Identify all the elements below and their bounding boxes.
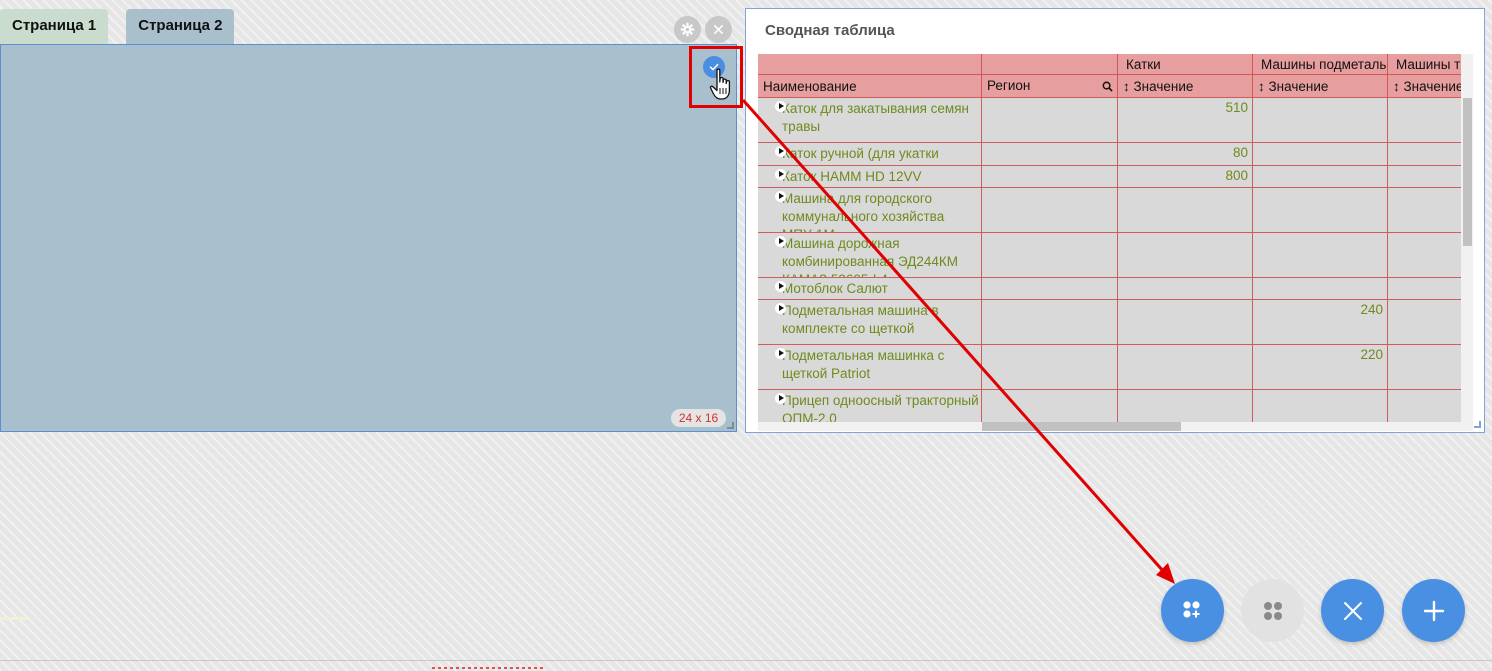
row-name-cell: Каток HAMM HD 12VV (758, 166, 982, 187)
value-cell-podmet (1253, 166, 1388, 187)
region-cell (982, 345, 1118, 389)
table-row: Машина для городского коммунального хозя… (758, 188, 1473, 233)
add-button[interactable] (1402, 579, 1465, 642)
close-icon (714, 25, 723, 34)
region-cell (982, 188, 1118, 232)
expand-icon[interactable] (775, 348, 786, 359)
value-cell-podmet: 240 (1253, 300, 1388, 344)
pivot-title: Сводная таблица (765, 22, 895, 39)
gear-icon (680, 22, 695, 37)
header-blank (758, 54, 982, 75)
value-cell-katki (1118, 188, 1253, 232)
row-name-cell: Подметальная машина в комплекте со щетко… (758, 300, 982, 344)
value-cell-podmet (1253, 98, 1388, 142)
value-cell-podmet (1253, 278, 1388, 299)
value-cell-katki: 800 (1118, 166, 1253, 187)
widget-close-button[interactable] (705, 16, 732, 43)
value-cell-podmet: 220 (1253, 345, 1388, 389)
row-name-cell: Каток для закатывания семян травы (758, 98, 982, 142)
region-cell (982, 278, 1118, 299)
table-row: Мотоблок Салют (758, 278, 1473, 300)
table-row: Подметальная машинка с щеткой Patriot 22… (758, 345, 1473, 390)
row-name-cell: Прицеп одноосный тракторный ОПМ-2.0 (758, 390, 982, 422)
region-cell (982, 98, 1118, 142)
tab-page-2[interactable]: Страница 2 (126, 9, 235, 44)
region-cell (982, 143, 1118, 165)
table-row: Каток HAMM HD 12VV 800 (758, 166, 1473, 188)
value-cell-katki (1118, 345, 1253, 389)
table-row: Прицеп одноосный тракторный ОПМ-2.0 (758, 390, 1473, 422)
pivot-grid: Катки Машины подметальные Машины тротуар… (758, 54, 1473, 422)
horizontal-scroll-thumb[interactable] (982, 422, 1181, 431)
expand-icon[interactable] (775, 101, 786, 112)
widget-settings-button[interactable] (674, 16, 701, 43)
tab-page-1[interactable]: Страница 1 (0, 9, 109, 44)
expand-icon[interactable] (775, 303, 786, 314)
add-widget-button[interactable] (1161, 579, 1224, 642)
panel-resize-handle[interactable] (1474, 421, 1481, 428)
row-name-cell: Машина дорожная комбинированная ЭД244КМ … (758, 233, 982, 277)
expand-icon[interactable] (775, 236, 786, 247)
header-group-podmet[interactable]: Машины подметальные (1253, 54, 1388, 75)
horizontal-scrollbar[interactable] (758, 422, 1473, 431)
expand-icon[interactable] (775, 169, 786, 180)
value-cell-podmet (1253, 188, 1388, 232)
close-icon (1343, 601, 1362, 620)
region-cell (982, 390, 1118, 422)
selected-widget[interactable]: 24 x 16 (0, 44, 737, 432)
table-row: Каток ручной (для укатки 80 (758, 143, 1473, 166)
vertical-scrollbar[interactable] (1461, 54, 1473, 422)
row-name-cell: Каток ручной (для укатки (758, 143, 982, 165)
expand-icon[interactable] (775, 281, 786, 292)
value-cell-podmet (1253, 143, 1388, 165)
search-icon[interactable] (1102, 81, 1113, 92)
row-name-cell: Мотоблок Салют (758, 278, 982, 299)
cancel-edit-button[interactable] (1321, 579, 1384, 642)
table-row: Подметальная машина в комплекте со щетко… (758, 300, 1473, 345)
edge-marker (0, 617, 28, 620)
region-cell (982, 233, 1118, 277)
value-cell-katki (1118, 300, 1253, 344)
widgets-button[interactable] (1241, 579, 1304, 642)
widget-resize-handle[interactable] (727, 422, 734, 429)
header-region[interactable]: Регион (982, 75, 1118, 98)
value-cell-katki: 510 (1118, 98, 1253, 142)
page-tabs: Страница 1 Страница 2 (0, 9, 235, 44)
header-group-katki[interactable]: Катки (1118, 54, 1253, 75)
table-row: Каток для закатывания семян травы 510 (758, 98, 1473, 143)
region-cell (982, 166, 1118, 187)
value-cell-podmet (1253, 233, 1388, 277)
annotation-highlight-box (689, 46, 743, 108)
add-widget-icon (1182, 600, 1200, 618)
header-value-katki[interactable]: ↕ Значение (1118, 75, 1253, 98)
table-row: Машина дорожная комбинированная ЭД244КМ … (758, 233, 1473, 278)
header-region-label: Регион (987, 78, 1031, 93)
header-name[interactable]: Наименование (758, 75, 982, 98)
header-value-podmet[interactable]: ↕ Значение (1253, 75, 1388, 98)
plus-icon (1423, 600, 1444, 621)
value-cell-katki (1118, 390, 1253, 422)
dashed-indicator (432, 667, 544, 669)
row-name-cell: Машина для городского коммунального хозя… (758, 188, 982, 232)
bottom-strip (0, 660, 1492, 671)
widget-size-badge: 24 x 16 (671, 409, 726, 427)
expand-icon[interactable] (775, 393, 786, 404)
pivot-table-widget[interactable]: Сводная таблица Катки Машины подметальны… (745, 8, 1485, 433)
region-cell (982, 300, 1118, 344)
value-cell-katki: 80 (1118, 143, 1253, 165)
vertical-scroll-thumb[interactable] (1463, 98, 1472, 246)
row-name-cell: Подметальная машинка с щеткой Patriot (758, 345, 982, 389)
value-cell-katki (1118, 233, 1253, 277)
expand-icon[interactable] (775, 191, 786, 202)
value-cell-podmet (1253, 390, 1388, 422)
value-cell-katki (1118, 278, 1253, 299)
widgets-icon (1263, 601, 1282, 620)
expand-icon[interactable] (775, 146, 786, 157)
header-blank-region (982, 54, 1118, 75)
